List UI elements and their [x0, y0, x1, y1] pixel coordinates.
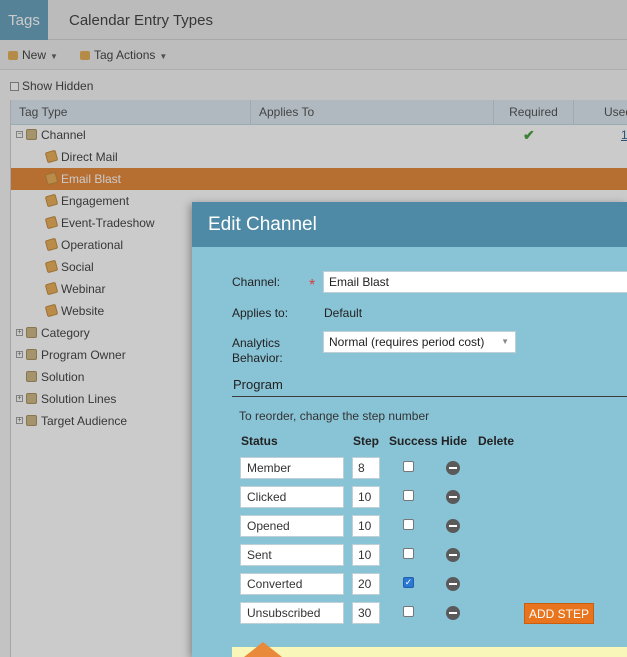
section-divider: [232, 396, 627, 397]
hide-toggle-icon[interactable]: [446, 548, 460, 562]
analytics-label-line2: Behavior:: [232, 351, 283, 365]
success-checkbox[interactable]: ✓: [403, 577, 414, 588]
status-name-input[interactable]: Unsubscribed: [240, 602, 344, 624]
dialog-header: Edit Channel: [192, 202, 627, 247]
hide-column-header: Hide: [441, 434, 468, 448]
status-column-header: Status: [241, 434, 278, 448]
step-number-input[interactable]: 10: [352, 515, 380, 537]
dialog-title: Edit Channel: [208, 214, 317, 235]
hide-toggle-icon[interactable]: [446, 606, 460, 620]
step-column-header: Step: [353, 434, 380, 448]
success-checkbox[interactable]: [403, 519, 414, 530]
chevron-down-icon: ▼: [501, 337, 509, 346]
delete-column-header: Delete: [478, 434, 515, 448]
status-name-input[interactable]: Clicked: [240, 486, 344, 508]
success-checkbox[interactable]: [403, 548, 414, 559]
success-checkbox[interactable]: [403, 461, 414, 472]
applies-to-value: Default: [324, 306, 363, 320]
required-star-icon: *: [309, 277, 316, 294]
analytics-behavior-select[interactable]: Normal (requires period cost) ▼: [323, 331, 516, 353]
status-name-input[interactable]: Member: [240, 457, 344, 479]
channel-label: Channel:: [232, 275, 281, 289]
step-number-input[interactable]: 30: [352, 602, 380, 624]
applies-to-label: Applies to:: [232, 306, 289, 320]
hide-toggle-icon[interactable]: [446, 490, 460, 504]
add-step-button[interactable]: ADD STEP: [524, 603, 594, 624]
step-number-input[interactable]: 10: [352, 486, 380, 508]
reorder-hint: To reorder, change the step number: [239, 409, 430, 423]
warning-icon: [244, 642, 282, 657]
edit-channel-dialog: Edit Channel Channel: * Applies to: Defa…: [192, 202, 627, 657]
status-name-input[interactable]: Sent: [240, 544, 344, 566]
channel-name-input[interactable]: [323, 271, 627, 293]
step-number-input[interactable]: 8: [352, 457, 380, 479]
hide-toggle-icon[interactable]: [446, 461, 460, 475]
step-number-input[interactable]: 20: [352, 573, 380, 595]
status-name-input[interactable]: Opened: [240, 515, 344, 537]
hide-toggle-icon[interactable]: [446, 519, 460, 533]
hide-toggle-icon[interactable]: [446, 577, 460, 591]
footer-strip: [232, 647, 627, 657]
program-section-title: Program: [233, 377, 283, 392]
analytics-label-line1: Analytics: [232, 336, 281, 350]
success-checkbox[interactable]: [403, 490, 414, 501]
step-number-input[interactable]: 10: [352, 544, 380, 566]
analytics-behavior-value: Normal (requires period cost): [329, 335, 485, 349]
success-column-header: Success: [389, 434, 438, 448]
status-name-input[interactable]: Converted: [240, 573, 344, 595]
success-checkbox[interactable]: [403, 606, 414, 617]
